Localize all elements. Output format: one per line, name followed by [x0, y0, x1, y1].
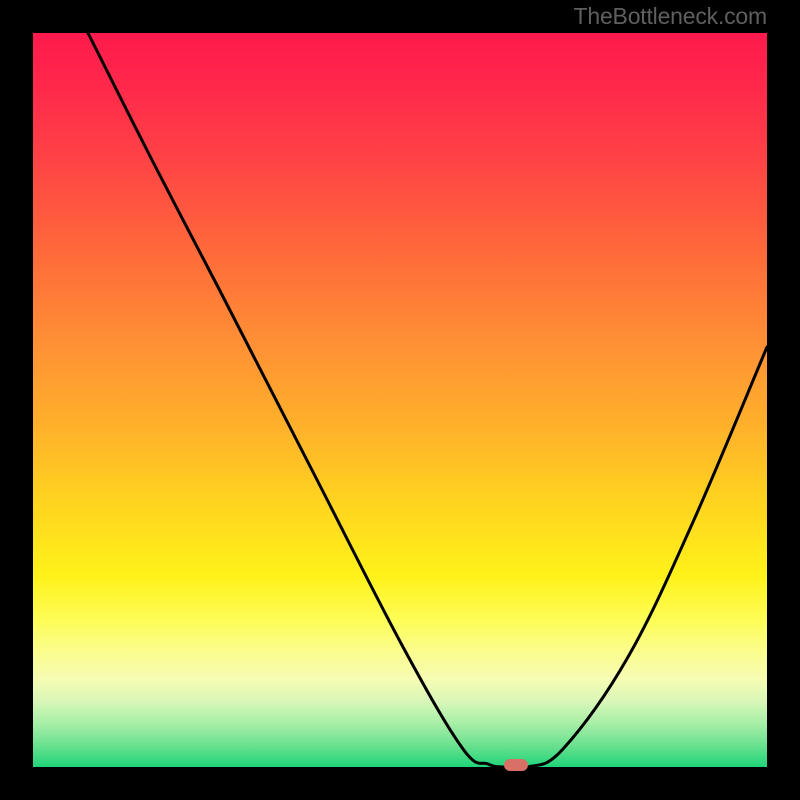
watermark-text: TheBottleneck.com	[574, 3, 767, 30]
optimal-marker	[504, 759, 528, 771]
chart-frame: TheBottleneck.com	[0, 0, 800, 800]
bottleneck-curve	[33, 33, 767, 767]
